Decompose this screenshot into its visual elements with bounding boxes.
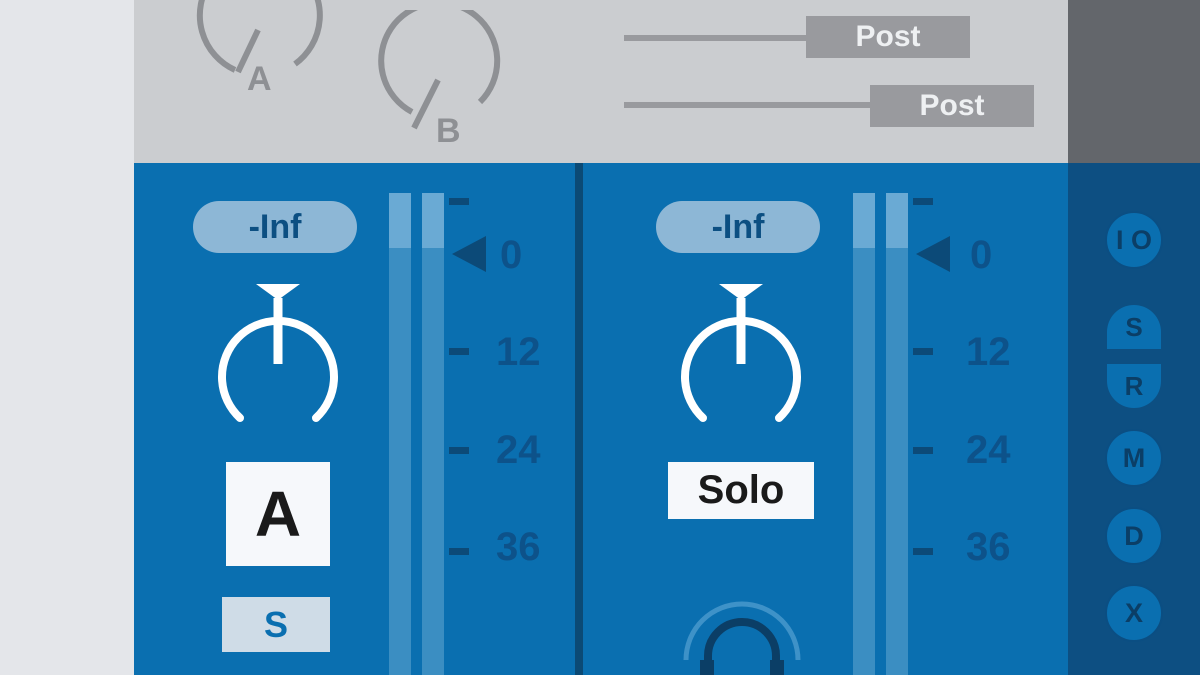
channel-2-scale-12: 12 <box>966 330 1011 374</box>
channel-2-scale-36: 36 <box>966 525 1011 569</box>
channel-2-meter-right-peak <box>886 193 908 248</box>
channel-1-scale-0: 0 <box>500 233 523 277</box>
channel-1-scale-tick <box>449 198 469 205</box>
channel-2-pan-knob-icon[interactable] <box>675 282 807 427</box>
channel-2-meter-pointer-icon[interactable] <box>916 236 952 272</box>
send-a-slider-track[interactable] <box>624 35 810 41</box>
mixer-show-button[interactable]: M <box>1105 429 1163 487</box>
channel-2-volume-display[interactable]: -Inf <box>656 201 820 253</box>
channel-1-scale-tick <box>449 348 469 355</box>
channel-2-headphones-icon[interactable] <box>672 560 812 675</box>
send-b-label: B <box>436 112 461 150</box>
channel-1-meter-right <box>422 248 444 675</box>
crossfader-show-button[interactable]: X <box>1105 584 1163 642</box>
channel-2-scale-tick <box>913 548 933 555</box>
send-b-post-button[interactable]: Post <box>870 85 1034 127</box>
channel-1-meter-right-peak <box>422 193 444 248</box>
delay-show-button[interactable]: D <box>1105 507 1163 565</box>
channel-2-scale-tick <box>913 447 933 454</box>
channel-1-scale-12: 12 <box>496 330 541 374</box>
channel-divider <box>575 163 583 675</box>
channel-2-meter-left <box>853 248 875 675</box>
channel-2-scale-tick <box>913 198 933 205</box>
channel-1-meter-left-peak <box>389 193 411 248</box>
channel-1-scale-tick <box>449 548 469 555</box>
channel-1-scale-36: 36 <box>496 525 541 569</box>
channel-2-meter-left-peak <box>853 193 875 248</box>
send-b-slider-track[interactable] <box>624 102 874 108</box>
channel-1-scale-tick <box>449 447 469 454</box>
left-panel <box>0 0 134 675</box>
send-a-post-button[interactable]: Post <box>806 16 970 58</box>
send-a-label: A <box>247 60 272 98</box>
io-button[interactable]: I O <box>1105 211 1163 269</box>
channel-2-track-name[interactable]: Solo <box>668 462 814 519</box>
channel-1-volume-display[interactable]: -Inf <box>193 201 357 253</box>
channel-2-scale-tick <box>913 348 933 355</box>
channel-strip-2 <box>583 163 1068 675</box>
channel-1-track-name[interactable]: A <box>226 462 330 566</box>
channel-2-meter-right <box>886 248 908 675</box>
channel-1-scale-24: 24 <box>496 428 541 472</box>
channel-1-meter-left <box>389 248 411 675</box>
channel-2-scale-0: 0 <box>970 233 993 277</box>
channel-1-solo-button[interactable]: S <box>222 597 330 652</box>
channel-1-meter-pointer-icon[interactable] <box>452 236 488 272</box>
channel-2-scale-24: 24 <box>966 428 1011 472</box>
sends-corner-panel <box>1068 0 1200 163</box>
channel-1-pan-knob-icon[interactable] <box>212 282 344 427</box>
